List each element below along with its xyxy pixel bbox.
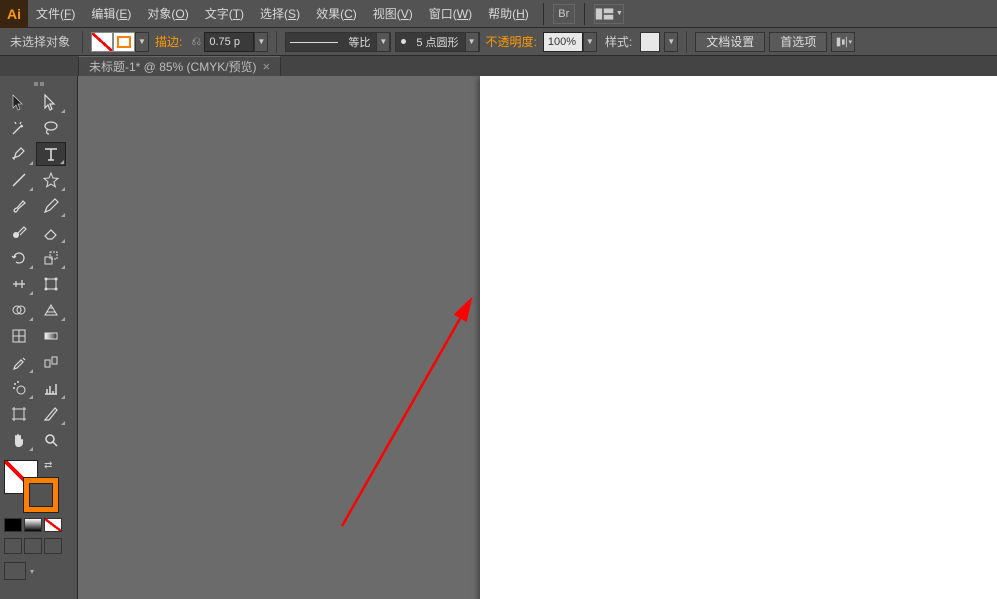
swap-fill-stroke-icon[interactable]: ⇄	[44, 460, 52, 471]
fill-swatch[interactable]	[91, 32, 113, 52]
menu-c[interactable]: 效果(C)	[308, 0, 365, 28]
type-tool[interactable]	[36, 142, 66, 166]
zoom-tool[interactable]	[36, 428, 66, 452]
stroke-link-icon[interactable]: ⎌	[188, 32, 204, 52]
brush-label: 5 点圆形	[410, 34, 464, 50]
blob-brush-tool[interactable]	[4, 220, 34, 244]
width-tool[interactable]	[4, 272, 34, 296]
color-mode-none[interactable]	[44, 518, 62, 532]
selection-status: 未选择对象	[6, 33, 74, 50]
star-tool[interactable]	[36, 168, 66, 192]
stroke-weight-dropdown[interactable]: ▼	[254, 32, 268, 52]
menu-f[interactable]: 文件(F)	[28, 0, 83, 28]
artboard-tool[interactable]	[4, 402, 34, 426]
draw-inside[interactable]	[44, 538, 62, 554]
menu-w[interactable]: 窗口(W)	[421, 0, 480, 28]
workspace-switcher-icon[interactable]: ▼	[594, 4, 624, 24]
color-mode-swatches	[4, 518, 73, 532]
symbol-sprayer-tool[interactable]	[4, 376, 34, 400]
opacity-value[interactable]: 100%	[543, 32, 583, 52]
pencil-tool[interactable]	[36, 194, 66, 218]
free-transform-tool[interactable]	[36, 272, 66, 296]
style-swatch[interactable]	[640, 32, 660, 52]
eraser-tool[interactable]	[36, 220, 66, 244]
mesh-tool[interactable]	[4, 324, 34, 348]
menu-s[interactable]: 选择(S)	[252, 0, 308, 28]
toolbox-handle[interactable]	[4, 80, 73, 88]
profile-label: 等比	[342, 34, 376, 50]
perspective-tool[interactable]	[36, 298, 66, 322]
opacity-dropdown[interactable]: ▼	[583, 32, 597, 52]
shape-builder-tool[interactable]	[4, 298, 34, 322]
menu-t[interactable]: 文字(T)	[197, 0, 252, 28]
brush-preview	[396, 33, 410, 51]
workspace: ⇄ ▾	[0, 76, 997, 599]
opacity-field[interactable]: 100% ▼	[543, 32, 597, 52]
fill-stroke-swatches: ▼	[91, 32, 149, 52]
draw-normal[interactable]	[4, 538, 22, 554]
blend-tool[interactable]	[36, 350, 66, 374]
stroke-weight-field[interactable]: ⎌ 0.75 p ▼	[188, 32, 268, 52]
direct-selection-tool[interactable]	[36, 90, 66, 114]
line-tool[interactable]	[4, 168, 34, 192]
fill-stroke-control[interactable]: ⇄	[4, 460, 60, 508]
menu-o[interactable]: 对象(O)	[139, 0, 196, 28]
brush-select[interactable]: 5 点圆形 ▼	[395, 32, 479, 52]
style-dropdown[interactable]: ▼	[664, 32, 678, 52]
paintbrush-tool[interactable]	[4, 194, 34, 218]
profile-preview	[286, 33, 342, 51]
separator	[82, 31, 83, 53]
color-mode-gradient[interactable]	[24, 518, 42, 532]
control-bar: 未选择对象 ▼ 描边: ⎌ 0.75 p ▼ 等比 ▼ 5 点圆形 ▼ 不透明度…	[0, 28, 997, 56]
color-mode-solid[interactable]	[4, 518, 22, 532]
artboard[interactable]	[480, 76, 997, 599]
scale-tool[interactable]	[36, 246, 66, 270]
selection-tool[interactable]	[4, 90, 34, 114]
stroke-swatch[interactable]	[113, 32, 135, 52]
screen-mode[interactable]: ▾	[4, 562, 73, 580]
graph-tool[interactable]	[36, 376, 66, 400]
stroke-color-swatch[interactable]	[24, 478, 58, 512]
draw-modes	[4, 538, 73, 554]
swatch-dropdown[interactable]: ▼	[135, 32, 149, 52]
stroke-profile-select[interactable]: 等比 ▼	[285, 32, 391, 52]
pen-tool[interactable]	[4, 142, 34, 166]
separator	[276, 31, 277, 53]
magic-wand-tool[interactable]	[4, 116, 34, 140]
separator	[584, 3, 585, 25]
eyedropper-tool[interactable]	[4, 350, 34, 374]
document-tab[interactable]: 未标题-1* @ 85% (CMYK/预览) ×	[78, 56, 281, 76]
canvas-area[interactable]	[78, 76, 997, 599]
stroke-weight-value[interactable]: 0.75 p	[204, 32, 254, 52]
opacity-label[interactable]: 不透明度:	[484, 33, 539, 50]
document-tab-title: 未标题-1* @ 85% (CMYK/预览)	[89, 58, 257, 75]
lasso-tool[interactable]	[36, 116, 66, 140]
align-panel-icon[interactable]: ▾	[831, 32, 855, 52]
bridge-icon[interactable]: Br	[553, 4, 575, 24]
document-setup-button[interactable]: 文档设置	[695, 32, 765, 52]
separator	[686, 31, 687, 53]
separator	[543, 3, 544, 25]
screen-mode-button[interactable]	[4, 562, 26, 580]
menu-h[interactable]: 帮助(H)	[480, 0, 537, 28]
close-tab-icon[interactable]: ×	[263, 59, 271, 74]
gradient-tool[interactable]	[36, 324, 66, 348]
style-label: 样式:	[601, 33, 636, 50]
slice-tool[interactable]	[36, 402, 66, 426]
brush-dropdown[interactable]: ▼	[465, 32, 479, 52]
menu-e[interactable]: 编辑(E)	[83, 0, 139, 28]
menu-v[interactable]: 视图(V)	[365, 0, 421, 28]
toolbox: ⇄ ▾	[0, 76, 78, 599]
app-logo: Ai	[0, 0, 28, 28]
document-tab-bar: 未标题-1* @ 85% (CMYK/预览) ×	[0, 56, 997, 76]
menu-bar: Ai 文件(F)编辑(E)对象(O)文字(T)选择(S)效果(C)视图(V)窗口…	[0, 0, 997, 28]
profile-dropdown[interactable]: ▼	[376, 32, 390, 52]
preferences-button[interactable]: 首选项	[769, 32, 827, 52]
rotate-tool[interactable]	[4, 246, 34, 270]
stroke-label[interactable]: 描边:	[153, 33, 184, 50]
draw-behind[interactable]	[24, 538, 42, 554]
hand-tool[interactable]	[4, 428, 34, 452]
